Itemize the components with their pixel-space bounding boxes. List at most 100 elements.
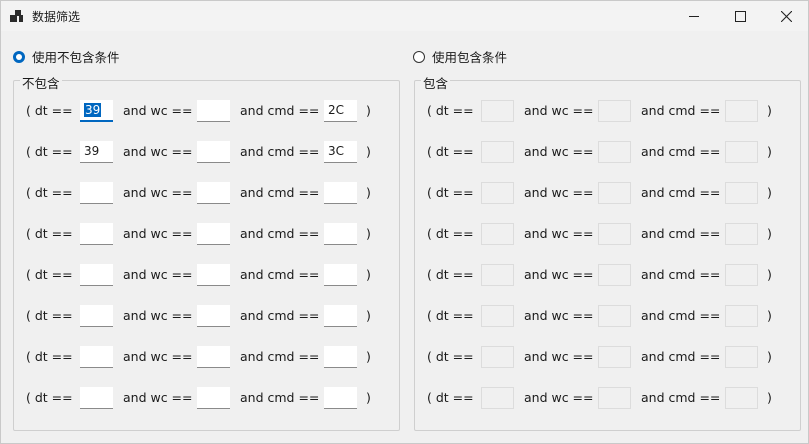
dt-input[interactable] bbox=[80, 346, 113, 368]
cmd-input[interactable] bbox=[324, 264, 357, 286]
condition-row: ( dt == and wc == and cmd ==) bbox=[415, 346, 800, 368]
cmd-label: and cmd == bbox=[240, 308, 320, 323]
dt-input[interactable] bbox=[481, 264, 514, 286]
cmd-label: and cmd == bbox=[240, 226, 320, 241]
radio-include-label: 使用包含条件 bbox=[432, 50, 508, 65]
cmd-input[interactable] bbox=[725, 141, 758, 163]
cmd-input[interactable]: 3C bbox=[324, 141, 357, 163]
dt-input[interactable] bbox=[80, 305, 113, 327]
wc-input[interactable] bbox=[197, 141, 230, 163]
close-paren: ) bbox=[366, 103, 371, 118]
dt-input[interactable] bbox=[481, 387, 514, 409]
cmd-input[interactable] bbox=[324, 346, 357, 368]
dt-input[interactable] bbox=[80, 264, 113, 286]
wc-input[interactable] bbox=[598, 223, 631, 245]
condition-row: ( dt == and wc == and cmd ==) bbox=[14, 264, 399, 286]
close-paren: ) bbox=[366, 144, 371, 159]
minimize-button[interactable] bbox=[671, 1, 717, 31]
cmd-label: and cmd == bbox=[641, 349, 721, 364]
cmd-input[interactable] bbox=[324, 387, 357, 409]
radio-unselected-indicator[interactable] bbox=[413, 50, 425, 63]
dt-input[interactable] bbox=[80, 182, 113, 204]
close-paren: ) bbox=[767, 390, 772, 405]
dt-input[interactable] bbox=[481, 141, 514, 163]
condition-row: ( dt == and wc == and cmd ==) bbox=[415, 223, 800, 245]
dt-input[interactable] bbox=[481, 305, 514, 327]
dt-input[interactable] bbox=[481, 182, 514, 204]
wc-input[interactable] bbox=[598, 346, 631, 368]
close-paren: ) bbox=[767, 103, 772, 118]
wc-input[interactable] bbox=[197, 182, 230, 204]
dt-input[interactable] bbox=[80, 387, 113, 409]
cmd-label: and cmd == bbox=[641, 267, 721, 282]
cmd-label: and cmd == bbox=[641, 390, 721, 405]
condition-row: ( dt == and wc == and cmd ==) bbox=[14, 223, 399, 245]
wc-input[interactable] bbox=[598, 100, 631, 122]
cmd-input[interactable] bbox=[324, 182, 357, 204]
wc-input[interactable] bbox=[598, 387, 631, 409]
cmd-label: and cmd == bbox=[641, 144, 721, 159]
dt-label: ( dt == bbox=[26, 144, 73, 159]
dt-label: ( dt == bbox=[427, 390, 474, 405]
wc-input[interactable] bbox=[598, 305, 631, 327]
dt-input-value: 39 bbox=[84, 144, 100, 158]
filter-window: 数据筛选 使用不包含条件 使用包含条件 不包含 ( dt == 39 and wc … bbox=[0, 0, 809, 444]
dt-label: ( dt == bbox=[427, 349, 474, 364]
wc-input[interactable] bbox=[598, 141, 631, 163]
cmd-input[interactable] bbox=[725, 182, 758, 204]
cmd-input[interactable] bbox=[324, 223, 357, 245]
radio-selected-indicator[interactable] bbox=[13, 50, 25, 63]
condition-row: ( dt == and wc == and cmd ==) bbox=[14, 387, 399, 409]
radio-use-include[interactable]: 使用包含条件 bbox=[413, 47, 507, 66]
dt-input[interactable] bbox=[481, 100, 514, 122]
maximize-button[interactable] bbox=[717, 1, 763, 31]
include-groupbox: 包含 ( dt == and wc == and cmd ==) ( dt == and… bbox=[414, 73, 801, 431]
dt-input[interactable] bbox=[80, 223, 113, 245]
close-paren: ) bbox=[767, 144, 772, 159]
wc-input[interactable] bbox=[197, 100, 230, 122]
close-icon bbox=[780, 10, 792, 22]
dt-label: ( dt == bbox=[26, 226, 73, 241]
close-paren: ) bbox=[767, 349, 772, 364]
wc-input[interactable] bbox=[197, 346, 230, 368]
dt-input[interactable] bbox=[481, 346, 514, 368]
wc-label: and wc == bbox=[524, 103, 594, 118]
cmd-input[interactable]: 2C bbox=[324, 100, 357, 122]
dt-label: ( dt == bbox=[427, 185, 474, 200]
dt-input[interactable]: 39 bbox=[80, 100, 113, 122]
wc-input[interactable] bbox=[598, 182, 631, 204]
wc-label: and wc == bbox=[123, 267, 193, 282]
wc-input[interactable] bbox=[197, 264, 230, 286]
cmd-label: and cmd == bbox=[240, 144, 320, 159]
app-icon bbox=[10, 10, 23, 22]
wc-input[interactable] bbox=[598, 264, 631, 286]
cmd-input[interactable] bbox=[725, 305, 758, 327]
wc-label: and wc == bbox=[524, 185, 594, 200]
wc-input[interactable] bbox=[197, 387, 230, 409]
close-button[interactable] bbox=[763, 1, 809, 31]
cmd-label: and cmd == bbox=[641, 308, 721, 323]
wc-label: and wc == bbox=[123, 308, 193, 323]
cmd-input[interactable] bbox=[725, 264, 758, 286]
wc-label: and wc == bbox=[123, 185, 193, 200]
cmd-input[interactable] bbox=[725, 387, 758, 409]
dt-input[interactable]: 39 bbox=[80, 141, 113, 163]
cmd-input[interactable] bbox=[725, 100, 758, 122]
radio-use-exclude[interactable]: 使用不包含条件 bbox=[13, 47, 120, 66]
close-paren: ) bbox=[767, 267, 772, 282]
dt-label: ( dt == bbox=[427, 144, 474, 159]
wc-input[interactable] bbox=[197, 305, 230, 327]
condition-row: ( dt == and wc == and cmd ==) bbox=[14, 346, 399, 368]
close-paren: ) bbox=[366, 390, 371, 405]
cmd-input[interactable] bbox=[725, 346, 758, 368]
cmd-input[interactable] bbox=[324, 305, 357, 327]
wc-input[interactable] bbox=[197, 223, 230, 245]
condition-row: ( dt == and wc == and cmd ==) bbox=[14, 182, 399, 204]
dt-input-value: 39 bbox=[84, 103, 102, 117]
dt-label: ( dt == bbox=[26, 349, 73, 364]
cmd-input[interactable] bbox=[725, 223, 758, 245]
condition-row: ( dt == and wc == and cmd ==) bbox=[415, 141, 800, 163]
close-paren: ) bbox=[767, 308, 772, 323]
dt-input[interactable] bbox=[481, 223, 514, 245]
close-paren: ) bbox=[366, 226, 371, 241]
